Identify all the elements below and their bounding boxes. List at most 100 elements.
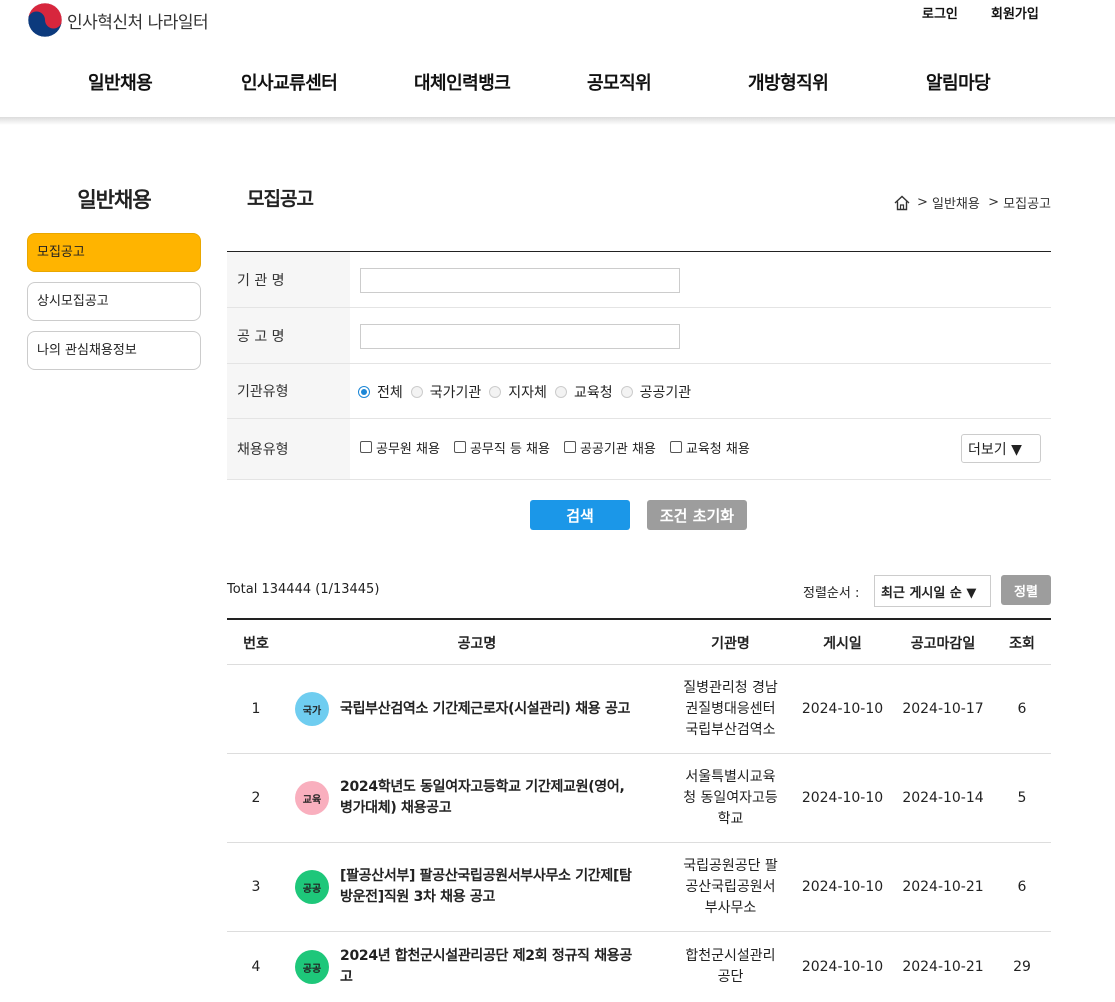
sort-order-select[interactable]: 최근 게시일 순 ▼ (874, 575, 991, 607)
gnb-item-general-hiring[interactable]: 일반채용 (88, 69, 153, 95)
org-type-option-education[interactable]: 교육청 (554, 382, 613, 402)
org-name-line: 합천군시설관리 (685, 948, 776, 964)
form-row-hire-type: 채용유형 공무원 채용 공무직 등 채용 공공기관 채용 교육청 채용 더보기 … (227, 419, 1051, 480)
sidebar-item-my-interests[interactable]: 나의 관심채용정보 (27, 331, 201, 370)
notice-title-line: 국립부산검역소 기간제근로자(시설관리) 채용 공고 (340, 700, 631, 717)
table-row[interactable]: 1 국가 국립부산검역소 기간제근로자(시설관리) 채용 공고 질병관리청 경남 권질병… (227, 665, 1051, 754)
org-name-line: 질병관리청 경남 (683, 679, 778, 696)
radio-icon[interactable] (620, 385, 633, 398)
col-title: 공고명 (457, 635, 497, 652)
org-name-line: 국립부산검역소 (685, 721, 776, 738)
table-row[interactable]: 3 공공 [팔공산서부] 팔공산국립공원서부사무소 기간제[탐 방운전]직원 3차 채… (227, 843, 1051, 932)
gnb-item-substitute-bank[interactable]: 대체인력뱅크 (414, 69, 511, 95)
row-title-cell[interactable]: 공공 2024년 합천군시설관리공단 제2회 정규직 채용공고 (295, 932, 639, 1002)
taegeuk-logo-icon (27, 2, 63, 38)
org-name: 서울특별시교육청 동일여자고등학교 (683, 767, 778, 830)
notice-title-link[interactable]: 2024년 합천군시설관리공단 제2회 정규직 채용공고 (340, 946, 632, 988)
checkbox-label: 공공기관 채용 (579, 441, 656, 457)
radio-icon[interactable] (410, 385, 423, 398)
sidebar-item-recruitment[interactable]: 모집공고 (27, 233, 201, 272)
row-deadline-date: 2024-10-17 (902, 701, 984, 717)
checkbox-label: 공무직 등 채용 (469, 441, 550, 457)
notice-title-line: 병가대체) 채용공고 (340, 800, 452, 816)
row-posted-date: 2024-10-10 (801, 790, 884, 806)
login-link[interactable]: 로그인 (922, 3, 958, 22)
org-type-option-local[interactable]: 지자체 (489, 382, 547, 402)
col-org: 기관명 (711, 635, 750, 652)
row-posted-date: 2024-10-10 (801, 959, 884, 975)
hire-type-option-public-agency[interactable]: 공공기관 채용 (563, 438, 656, 457)
org-name-line: 학교 (717, 810, 744, 827)
radio-label: 전체 (377, 384, 403, 401)
form-row-org-type: 기관유형 전체 국가기관 지자체 교육청 공공기관 (227, 364, 1051, 419)
page-title: 모집공고 (247, 188, 314, 210)
notice-title-line: 2024년 합천군시설관리공단 제2회 정규직 채용공 (340, 948, 632, 964)
join-link[interactable]: 회원가입 (991, 3, 1039, 22)
org-type-badge: 공공 (295, 870, 329, 904)
sidebar-item-ongoing-recruitment[interactable]: 상시모집공고 (27, 282, 201, 321)
checkbox-label: 교육청 채용 (685, 441, 750, 457)
more-options-button[interactable]: 더보기 ▼ (961, 434, 1041, 463)
notice-title-link[interactable]: 2024학년도 동일여자고등학교 기간제교원(영어, 병가대체) 채용공고 (340, 777, 625, 819)
radio-icon[interactable] (554, 385, 567, 398)
org-name-line: 국립공원공단 팔 (683, 857, 778, 874)
gnb-item-exchange-center[interactable]: 인사교류센터 (241, 69, 338, 95)
checkbox-icon[interactable] (669, 441, 682, 453)
row-deadline-date: 2024-10-21 (902, 879, 984, 895)
gnb-item-open-competition[interactable]: 공모직위 (587, 69, 652, 95)
row-title-cell[interactable]: 국가 국립부산검역소 기간제근로자(시설관리) 채용 공고 (295, 665, 639, 753)
org-name-label: 기 관 명 (227, 252, 350, 307)
breadcrumb-item[interactable]: 일반채용 (932, 193, 980, 212)
notice-title-line: 고 (340, 969, 353, 985)
notice-title-link[interactable]: 국립부산검역소 기간제근로자(시설관리) 채용 공고 (340, 699, 630, 720)
gnb-item-open-position[interactable]: 개방형직위 (748, 69, 829, 95)
org-name-input[interactable] (360, 268, 680, 293)
row-posted-date: 2024-10-10 (801, 879, 884, 895)
header-divider (0, 117, 1115, 125)
row-view-count: 6 (1017, 701, 1027, 717)
radio-icon[interactable] (489, 385, 502, 398)
radio-selected-icon[interactable] (358, 385, 370, 398)
row-title-cell[interactable]: 공공 [팔공산서부] 팔공산국립공원서부사무소 기간제[탐 방운전]직원 3차 채용… (295, 843, 639, 931)
org-type-option-all[interactable]: 전체 (358, 382, 403, 402)
table-row[interactable]: 2 교육 2024학년도 동일여자고등학교 기간제교원(영어, 병가대체) 채용공고 서… (227, 754, 1051, 843)
form-row-org: 기 관 명 (227, 252, 1051, 308)
search-button[interactable]: 검색 (530, 500, 630, 530)
row-view-count: 29 (1013, 959, 1031, 975)
notice-name-label: 공 고 명 (227, 308, 350, 363)
col-number: 번호 (243, 635, 269, 652)
hire-type-option-civil[interactable]: 공무원 채용 (360, 438, 440, 457)
table-header: 번호 공고명 기관명 게시일 공고마감일 조회 (227, 620, 1051, 665)
org-type-badge: 교육 (295, 781, 329, 815)
hire-type-label: 채용유형 (227, 419, 350, 479)
org-name-line: 청 동일여자고등 (683, 789, 778, 806)
row-title-cell[interactable]: 교육 2024학년도 동일여자고등학교 기간제교원(영어, 병가대체) 채용공고 (295, 754, 639, 842)
checkbox-icon[interactable] (360, 441, 372, 453)
gnb-item-notice[interactable]: 알림마당 (926, 69, 991, 95)
breadcrumb: > 일반채용 > 모집공고 (893, 193, 1051, 212)
table-row[interactable]: 4 공공 2024년 합천군시설관리공단 제2회 정규직 채용공 고 합천군시설관리 공단… (227, 932, 1051, 1002)
hire-type-option-public-service[interactable]: 공무직 등 채용 (453, 438, 550, 457)
reset-filters-button[interactable]: 조건 초기화 (647, 500, 747, 530)
row-deadline-date: 2024-10-21 (902, 959, 984, 975)
notice-title-link[interactable]: [팔공산서부] 팔공산국립공원서부사무소 기간제[탐 방운전]직원 3차 채용 공… (340, 866, 632, 908)
checkbox-icon[interactable] (453, 441, 466, 453)
hire-type-option-education[interactable]: 교육청 채용 (669, 438, 750, 457)
org-name-line: 서울특별시교육 (685, 768, 776, 785)
notice-title-line: [팔공산서부] 팔공산국립공원서부사무소 기간제[탐 (340, 868, 632, 884)
form-row-notice: 공 고 명 (227, 308, 1051, 364)
org-type-option-national[interactable]: 국가기관 (410, 382, 481, 402)
home-icon[interactable] (893, 194, 911, 212)
sort-button[interactable]: 정렬 (1001, 575, 1051, 605)
row-view-count: 6 (1017, 879, 1027, 895)
notice-name-input[interactable] (360, 324, 680, 349)
radio-label: 지자체 (508, 384, 547, 401)
org-type-badge: 공공 (295, 950, 329, 984)
col-views: 조회 (1009, 635, 1035, 652)
row-org-cell: 질병관리청 경남 권질병대응센터 국립부산검역소 (669, 665, 792, 753)
site-logo[interactable]: 인사혁신처 나라일터 (27, 2, 209, 38)
site-header: 인사혁신처 나라일터 로그인 회원가입 일반채용 인사교류센터 대체인력뱅크 공… (0, 0, 1115, 117)
checkbox-icon[interactable] (563, 441, 576, 453)
row-number: 2 (251, 790, 261, 806)
org-type-option-public[interactable]: 공공기관 (620, 382, 691, 402)
